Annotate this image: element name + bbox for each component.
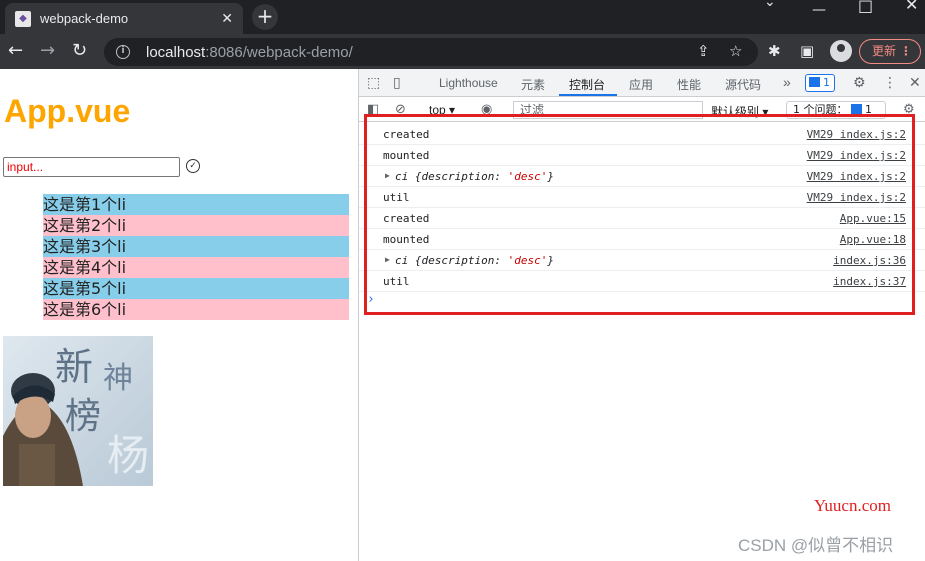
list-item: 这是第4个li [43, 257, 349, 278]
watermark-csdn: CSDN @似曾不相识 [738, 536, 894, 555]
list-item: 这是第6个li [43, 299, 349, 320]
console-filter-bar: ◧ ⊘ top ▾ ◉ 过滤 默认级别 ▾ 1 个问题： 1 ⚙ [359, 98, 925, 122]
log-message: created [383, 212, 430, 225]
context-select[interactable]: top ▾ [429, 103, 455, 117]
close-icon[interactable]: ✕ [909, 75, 921, 91]
log-source-link[interactable]: VM29 index.js:2 [807, 191, 906, 204]
forward-arrow-icon[interactable]: → [40, 40, 55, 62]
browser-toolbar: ← → ↻ i localhost:8086/webpack-demo/ ⇪ ☆… [0, 34, 925, 69]
log-row: util VM29 index.js:2 [359, 187, 925, 208]
url-text[interactable]: localhost:8086/webpack-demo/ [146, 44, 353, 61]
message-icon [851, 104, 862, 114]
maximize-icon[interactable]: □ [858, 0, 873, 15]
tab-sources[interactable]: 源代码 [725, 76, 761, 93]
log-object[interactable]: ci {description: 'desc'} [395, 170, 554, 183]
log-message: mounted [383, 233, 430, 246]
poster-art: 新 神 榜 杨 [3, 336, 153, 486]
tab-lighthouse[interactable]: Lighthouse [439, 76, 498, 90]
log-source-link[interactable]: App.vue:15 [840, 212, 906, 225]
tab-elements[interactable]: 元素 [521, 76, 545, 93]
log-message: created [383, 128, 430, 141]
log-message: mounted [383, 149, 430, 162]
tab-title: webpack-demo [40, 11, 129, 26]
console-log-list: created VM29 index.js:2 mounted VM29 ind… [359, 124, 925, 292]
poster-char: 神 [103, 361, 133, 396]
log-row[interactable]: ▶ ci {description: 'desc'} index.js:36 [359, 250, 925, 271]
tab-console[interactable]: 控制台 [569, 76, 605, 93]
sidebar-icon[interactable]: ◧ [367, 102, 379, 117]
list-item: 这是第2个li [43, 215, 349, 236]
log-source-link[interactable]: VM29 index.js:2 [807, 170, 906, 183]
log-source-link[interactable]: index.js:36 [833, 254, 906, 267]
sidepanel-icon[interactable]: ▣ [800, 42, 814, 60]
log-source-link[interactable]: App.vue:18 [840, 233, 906, 246]
update-button[interactable]: 更新 ⋮ [859, 39, 921, 64]
tab-search-icon[interactable]: ⌄ [764, 0, 776, 10]
browser-tab[interactable]: ◆ webpack-demo ✕ [5, 3, 243, 34]
log-row: mounted App.vue:18 [359, 229, 925, 250]
text-input[interactable] [3, 157, 180, 177]
message-icon [809, 77, 820, 87]
clear-icon[interactable]: ⊘ [395, 102, 406, 117]
log-message: util [383, 275, 410, 288]
devtools-tabs: ⬚ ▯ Lighthouse 元素 控制台 应用 性能 源代码 » 1 ⚙ ⋮ … [359, 69, 925, 97]
list-item: 这是第1个li [43, 194, 349, 215]
info-icon[interactable]: i [116, 45, 130, 59]
devtools-panel: ⬚ ▯ Lighthouse 元素 控制台 应用 性能 源代码 » 1 ⚙ ⋮ … [359, 69, 925, 561]
favicon-icon: ◆ [15, 10, 31, 27]
back-arrow-icon[interactable]: ← [8, 40, 23, 62]
web-page: App.vue ✓ 这是第1个li 这是第2个li 这是第3个li 这是第4个l… [0, 69, 358, 561]
issues-badge[interactable]: 1 [805, 74, 835, 92]
list-item: 这是第5个li [43, 278, 349, 299]
tab-application[interactable]: 应用 [629, 76, 653, 93]
profile-icon[interactable] [830, 40, 852, 62]
page-title: App.vue [4, 93, 131, 129]
log-source-link[interactable]: VM29 index.js:2 [807, 149, 906, 162]
reload-icon[interactable]: ↻ [72, 40, 87, 62]
log-row: mounted VM29 index.js:2 [359, 145, 925, 166]
settings-icon[interactable]: ⚙ [903, 102, 915, 117]
tab-performance[interactable]: 性能 [677, 76, 701, 93]
new-tab-button[interactable]: + [252, 4, 278, 30]
list-item: 这是第3个li [43, 236, 349, 257]
log-object[interactable]: ci {description: 'desc'} [395, 254, 554, 267]
gear-icon[interactable]: ⚙ [853, 75, 866, 91]
browser-tab-strip: ◆ webpack-demo ✕ + ⌄ — □ ✕ [0, 0, 925, 34]
issues-button[interactable]: 1 个问题： 1 [786, 101, 886, 119]
active-tab-indicator [559, 94, 617, 96]
poster-char: 新 [55, 345, 93, 389]
poster-image: 新 神 榜 杨 [3, 336, 153, 486]
address-bar[interactable]: i localhost:8086/webpack-demo/ [104, 38, 758, 66]
log-row: util index.js:37 [359, 271, 925, 292]
log-row[interactable]: ▶ ci {description: 'desc'} VM29 index.js… [359, 166, 925, 187]
extensions-icon[interactable]: ✱ [768, 42, 781, 60]
minimize-icon[interactable]: — [812, 2, 826, 18]
poster-char: 杨 [107, 431, 149, 480]
inspect-icon[interactable]: ⬚ [367, 75, 380, 91]
expand-triangle-icon[interactable]: ▶ [385, 171, 390, 180]
poster-char: 榜 [65, 396, 101, 437]
li-list: 这是第1个li 这是第2个li 这是第3个li 这是第4个li 这是第5个li … [43, 194, 349, 320]
level-select[interactable]: 默认级别 ▾ [711, 103, 768, 120]
watermark-site: Yuucn.com [814, 496, 891, 515]
log-source-link[interactable]: index.js:37 [833, 275, 906, 288]
check-circle-icon: ✓ [186, 159, 200, 173]
tab-close-icon[interactable]: ✕ [221, 11, 233, 27]
device-icon[interactable]: ▯ [393, 75, 401, 91]
log-row: created VM29 index.js:2 [359, 124, 925, 145]
window-close-icon[interactable]: ✕ [905, 0, 918, 14]
expand-triangle-icon[interactable]: ▶ [385, 255, 390, 264]
log-row: created App.vue:15 [359, 208, 925, 229]
eye-icon[interactable]: ◉ [481, 102, 492, 117]
filter-input[interactable]: 过滤 [513, 101, 703, 119]
more-tabs-icon[interactable]: » [783, 74, 791, 90]
star-icon[interactable]: ☆ [729, 42, 742, 60]
ellipsis-icon[interactable]: ⋮ [883, 75, 897, 91]
log-source-link[interactable]: VM29 index.js:2 [807, 128, 906, 141]
console-prompt-icon[interactable]: › [367, 292, 375, 307]
log-message: util [383, 191, 410, 204]
share-icon[interactable]: ⇪ [697, 42, 710, 60]
